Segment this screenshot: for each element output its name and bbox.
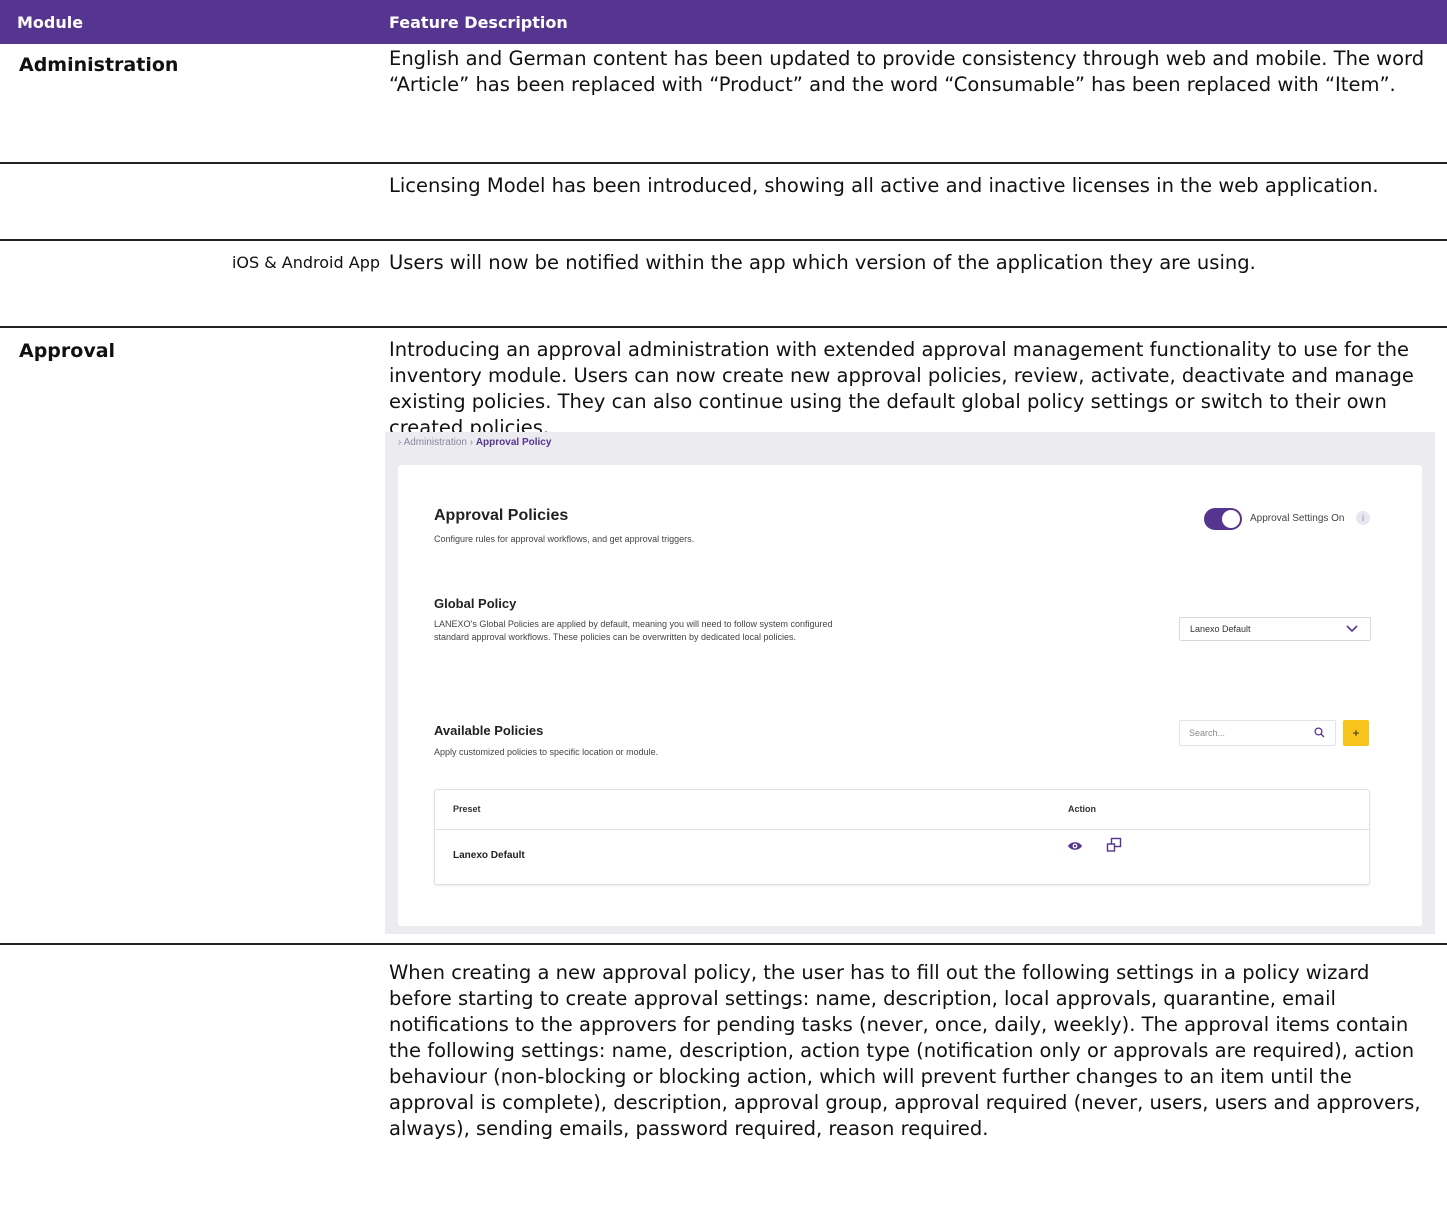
table-header: Module Feature Description: [0, 0, 1447, 44]
sublabel-ios-android: iOS & Android App: [231, 253, 380, 272]
global-policy-select[interactable]: Lanexo Default: [1179, 617, 1371, 641]
global-policy-line2: standard approval workflows. These polic…: [434, 632, 797, 642]
preset-name: Lanexo Default: [453, 850, 525, 861]
header-module: Module: [17, 13, 84, 32]
eye-icon[interactable]: [1067, 840, 1083, 852]
breadcrumb-parent[interactable]: Administration: [404, 437, 467, 448]
row-divider: [0, 943, 1447, 945]
toggle-label: Approval Settings On: [1250, 513, 1345, 524]
breadcrumb-current: Approval Policy: [475, 437, 552, 448]
policy-card: Approval Policies Configure rules for ap…: [398, 465, 1422, 926]
module-approval: Approval: [19, 340, 116, 362]
row-description: Introducing an approval administration w…: [389, 338, 1414, 439]
available-policies-title: Available Policies: [434, 723, 544, 738]
global-policy-title: Global Policy: [434, 596, 517, 611]
policies-table: Preset Action Lanexo Default: [434, 789, 1370, 885]
search-icon: [1314, 727, 1325, 738]
header-feature-description: Feature Description: [389, 13, 568, 32]
policies-table-header: Preset Action: [435, 790, 1369, 830]
approval-policy-screenshot: › Administration › Approval Policy Appro…: [385, 432, 1435, 934]
row-description: Licensing Model has been introduced, sho…: [389, 174, 1379, 197]
add-policy-button[interactable]: +: [1343, 720, 1369, 746]
available-policies-subtitle: Apply customized policies to specific lo…: [434, 747, 659, 757]
row-divider: [0, 326, 1447, 328]
column-action: Action: [1068, 804, 1096, 814]
chevron-right-icon: ›: [398, 437, 402, 448]
page-subtitle: Configure rules for approval workflows, …: [434, 534, 695, 544]
row-divider: [0, 162, 1447, 164]
row-description: English and German content has been upda…: [389, 47, 1425, 96]
chevron-down-icon: [1346, 625, 1358, 633]
row-divider: [0, 239, 1447, 241]
copy-icon[interactable]: [1106, 837, 1122, 853]
column-preset: Preset: [453, 804, 481, 814]
row-description: Users will now be notified within the ap…: [389, 251, 1256, 274]
global-policy-line1: LANEXO’s Global Policies are applied by …: [434, 619, 833, 629]
row-description: When creating a new approval policy, the…: [389, 961, 1421, 1140]
info-icon[interactable]: i: [1356, 511, 1370, 525]
breadcrumb: › Administration › Approval Policy: [398, 437, 551, 448]
page-title: Approval Policies: [434, 507, 569, 524]
search-placeholder: Search...: [1189, 728, 1226, 738]
module-administration: Administration: [19, 54, 179, 76]
select-value: Lanexo Default: [1190, 624, 1251, 634]
approval-settings-toggle[interactable]: [1204, 508, 1242, 530]
search-input[interactable]: Search...: [1179, 720, 1336, 746]
